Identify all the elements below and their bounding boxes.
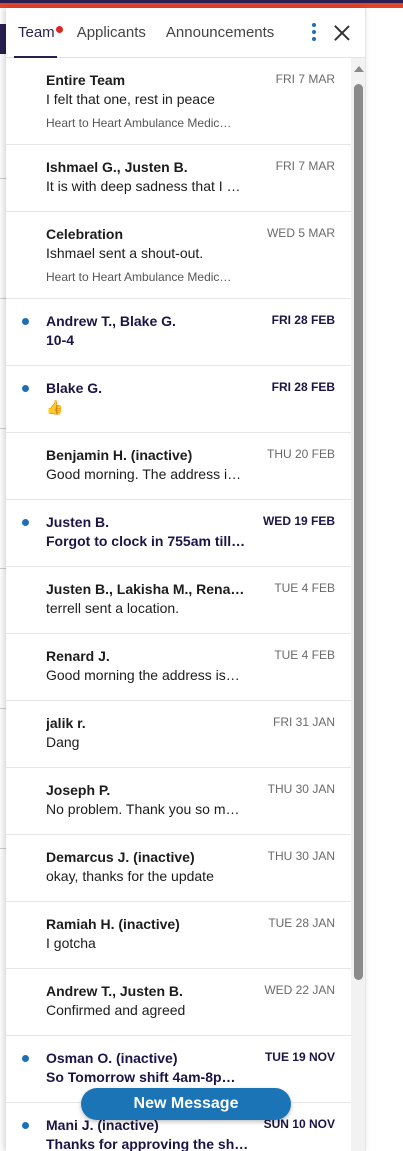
conversation-preview: Thanks for approving the shi… [46,1136,249,1151]
conversation-group-name: Heart to Heart Ambulance Medic… [46,270,232,284]
conversation-date: TUE 4 FEB [274,648,335,662]
conversation-date: FRI 28 FEB [271,380,335,394]
conversation-preview: Confirmed and agreed [46,1002,186,1018]
conversation-row[interactable]: jalik r. FRI 31 JAN Dang [6,701,351,768]
conversation-name: Demarcus J. (inactive) [46,849,195,865]
notification-dot-icon [55,25,63,33]
conversation-date: THU 30 JAN [267,782,335,796]
conversation-date: FRI 7 MAR [275,159,335,173]
unread-dot-icon [22,1055,29,1062]
conversation-row[interactable]: Andrew T., Blake G. FRI 28 FEB 10-4 [6,299,351,366]
conversation-name: Ramiah H. (inactive) [46,916,180,932]
tab-team-label: Team [18,23,55,41]
conversation-row[interactable]: Justen B., Lakisha M., Renar… TUE 4 FEB te… [6,567,351,634]
unread-dot-icon [22,1122,29,1129]
conversation-date: WED 19 FEB [262,514,335,528]
scrollbar-thumb[interactable] [354,84,363,980]
conversation-name: Justen B., Lakisha M., Renar… [46,581,246,597]
conversation-name: Justen B. [46,514,110,530]
conversation-row[interactable]: Ramiah H. (inactive) TUE 28 JAN I gotcha [6,902,351,969]
unread-dot-icon [22,385,29,392]
background-page-right [366,8,403,1151]
conversation-preview: 10-4 [46,332,75,348]
unread-dot-icon [22,519,29,526]
tab-announcements[interactable]: Announcements [160,8,280,58]
conversation-row[interactable]: Demarcus J. (inactive) THU 30 JAN okay, th… [6,835,351,902]
kebab-dot [312,37,316,41]
conversation-preview: Ishmael sent a shout-out. [46,245,204,261]
conversation-preview: Good morning. The address i… [46,466,242,482]
tab-team[interactable]: Team [12,8,63,58]
conversation-row[interactable]: Entire Team FRI 7 MAR I felt that one, res… [6,58,351,145]
new-message-button[interactable]: New Message [81,1088,291,1120]
conversation-row[interactable]: Justen B. WED 19 FEB Forgot to clock in 75… [6,500,351,567]
conversation-row[interactable]: Ishmael G., Justen B. FRI 7 MAR It is with… [6,145,351,212]
conversation-date: TUE 4 FEB [274,581,335,595]
conversation-group-name: Heart to Heart Ambulance Medic… [46,116,232,130]
conversation-list: Entire Team FRI 7 MAR I felt that one, res… [6,58,351,1151]
conversation-row[interactable]: Blake G. FRI 28 FEB 👍 [6,366,351,433]
conversation-preview: okay, thanks for the update [46,868,214,884]
conversation-date: FRI 7 MAR [275,72,335,86]
conversation-row[interactable]: Renard J. TUE 4 FEB Good morning the addre… [6,634,351,701]
conversation-preview: Dang [46,734,80,750]
tab-announcements-label: Announcements [165,23,275,41]
conversation-date: THU 30 JAN [267,849,335,863]
conversation-row[interactable]: Celebration WED 5 MAR Ishmael sent a shout… [6,212,351,299]
conversation-date: WED 22 JAN [264,983,335,997]
conversation-name: Ishmael G., Justen B. [46,159,188,175]
scrollbar[interactable] [351,58,365,1151]
conversation-date: WED 5 MAR [266,226,335,240]
conversation-date: TUE 28 JAN [268,916,335,930]
close-icon[interactable] [333,24,351,42]
more-options-icon[interactable] [308,23,320,43]
conversation-name: Joseph P. [46,782,111,798]
conversation-date: FRI 31 JAN [272,715,335,729]
unread-dot-icon [22,318,29,325]
conversation-name: Blake G. [46,380,103,396]
conversation-name: jalik r. [46,715,86,731]
conversation-preview: I gotcha [46,935,96,951]
conversation-name: Osman O. (inactive) [46,1050,178,1066]
chat-tabs: Team Applicants Announcements [6,8,365,58]
conversation-preview: It is with deep sadness that I … [46,178,241,194]
conversation-name: Andrew T., Blake G. [46,313,176,329]
app-header-accent [0,0,403,3]
conversation-preview: No problem. Thank you so m… [46,801,240,817]
conversation-date: THU 20 FEB [266,447,335,461]
tab-applicants[interactable]: Applicants [71,8,152,58]
conversation-preview: terrell sent a location. [46,600,180,616]
conversation-name: Renard J. [46,648,110,664]
conversation-row[interactable]: Joseph P. THU 30 JAN No problem. Thank you… [6,768,351,835]
conversation-preview: 👍 [46,399,64,415]
kebab-dot [312,23,316,27]
conversation-name: Entire Team [46,72,126,88]
conversation-preview: I felt that one, rest in peace [46,91,215,107]
kebab-dot [312,30,316,34]
conversation-date: TUE 19 NOV [264,1050,335,1064]
conversation-row[interactable]: Benjamin H. (inactive) THU 20 FEB Good mor… [6,433,351,500]
conversation-name: Andrew T., Justen B. [46,983,183,999]
conversation-row[interactable]: Andrew T., Justen B. WED 22 JAN Confirmed … [6,969,351,1036]
conversation-preview: Good morning the address is… [46,667,240,683]
conversation-preview: Forgot to clock in 755am till … [46,533,249,549]
conversation-name: Celebration [46,226,124,242]
scroll-up-arrow-icon[interactable] [354,66,364,72]
chat-panel: Team Applicants Announcements Entire Tea… [6,8,366,1151]
conversation-name: Benjamin H. (inactive) [46,447,193,463]
conversation-preview: So Tomorrow shift 4am-8p… [46,1069,236,1085]
tab-applicants-label: Applicants [76,23,146,41]
conversation-date: FRI 28 FEB [271,313,335,327]
